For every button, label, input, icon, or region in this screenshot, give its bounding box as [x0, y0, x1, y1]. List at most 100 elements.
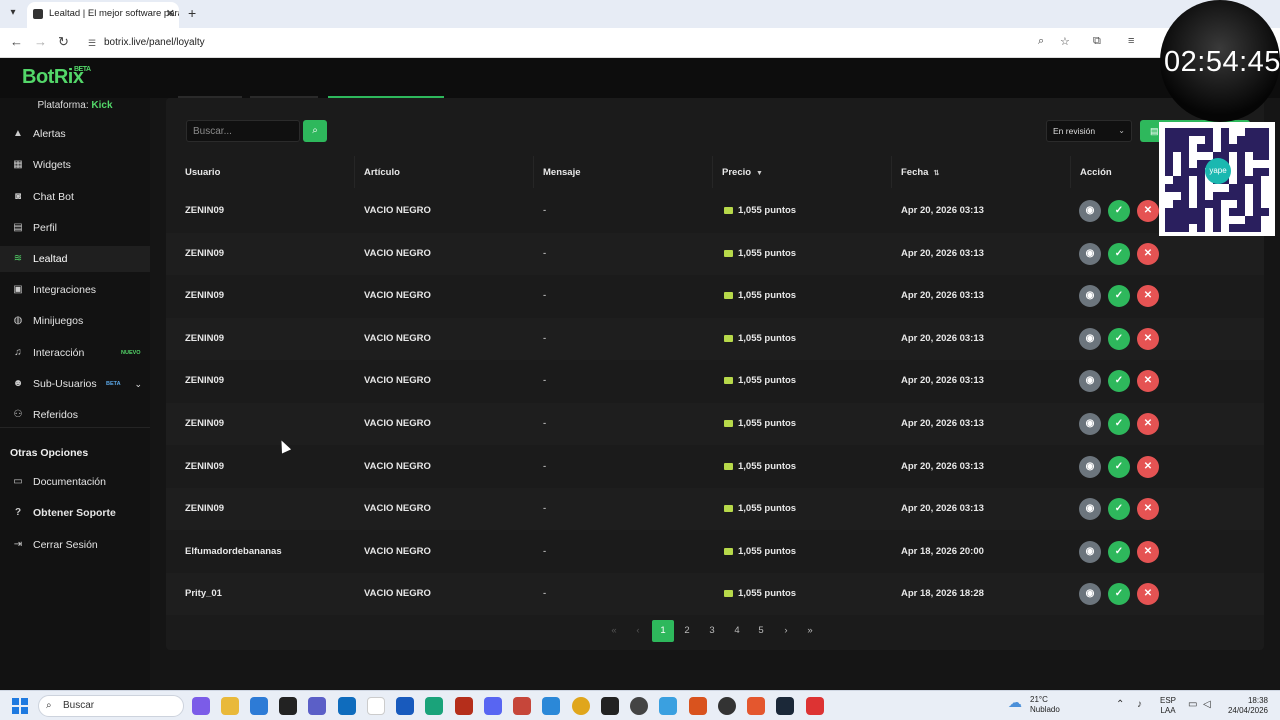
game-icon[interactable]	[513, 697, 531, 715]
approve-button[interactable]: ✓	[1108, 540, 1130, 563]
reject-button[interactable]: ✕	[1137, 327, 1159, 350]
url-field[interactable]: ☰ botrix.live/panel/loyalty	[80, 32, 1080, 54]
column-mensaje[interactable]: Mensaje	[543, 162, 581, 184]
sidebar-item-alertas[interactable]: ▲ Alertas	[0, 121, 150, 147]
column-usuario[interactable]: Usuario	[185, 162, 220, 184]
sidebar-item-interaccion[interactable]: ♫ Interacción NUEVO	[0, 340, 150, 366]
notes-icon[interactable]	[542, 697, 560, 715]
status-filter-select[interactable]: En revisión ⌄	[1046, 120, 1132, 142]
reject-button[interactable]: ✕	[1137, 540, 1159, 563]
view-button[interactable]: ◉	[1079, 498, 1101, 521]
file-explorer-icon[interactable]	[221, 697, 239, 715]
teams-icon[interactable]	[308, 697, 326, 715]
steam-icon[interactable]	[776, 697, 794, 715]
view-button[interactable]: ◉	[1079, 540, 1101, 563]
approve-button[interactable]: ✓	[1108, 370, 1130, 393]
view-button[interactable]: ◉	[1079, 370, 1101, 393]
chatgpt-icon[interactable]	[718, 697, 736, 715]
last-page-icon[interactable]: »	[799, 620, 821, 642]
site-info-icon[interactable]: ☰	[88, 32, 96, 54]
chevron-up-icon[interactable]: ⌃	[1116, 699, 1124, 710]
page-4[interactable]: 4	[726, 620, 748, 642]
bookmark-star-icon[interactable]: ☆	[1060, 35, 1070, 48]
weather-widget[interactable]: ☁ 21°C Nublado	[1008, 695, 1060, 715]
discord-icon[interactable]	[484, 697, 502, 715]
page-5[interactable]: 5	[750, 620, 772, 642]
reject-button[interactable]: ✕	[1137, 242, 1159, 265]
view-button[interactable]: ◉	[1079, 242, 1101, 265]
sidebar-item-integraciones[interactable]: ▣ Integraciones	[0, 277, 150, 303]
language-indicator[interactable]: ESP LAA	[1160, 696, 1176, 716]
sidebar-item-cerrar-sesion[interactable]: ⇥ Cerrar Sesión	[0, 532, 150, 558]
view-button[interactable]: ◉	[1079, 583, 1101, 606]
sidebar-item-sub-usuarios[interactable]: ☻ Sub-Usuarios BETA ⌄	[0, 371, 150, 397]
column-precio[interactable]: Precio ▼	[722, 162, 763, 185]
extensions-icon[interactable]: ⧉	[1093, 35, 1101, 48]
page-3[interactable]: 3	[701, 620, 723, 642]
approve-button[interactable]: ✓	[1108, 413, 1130, 435]
view-button[interactable]: ◉	[1079, 285, 1101, 308]
botrix-logo[interactable]: BotRix BETA	[22, 66, 91, 89]
approve-button[interactable]: ✓	[1108, 242, 1130, 265]
reject-button[interactable]: ✕	[1137, 498, 1159, 521]
column-fecha[interactable]: Fecha ⇅	[901, 162, 939, 185]
first-page-icon[interactable]: «	[603, 620, 625, 642]
zoom-icon[interactable]: ⌕	[1038, 35, 1044, 48]
edge-icon[interactable]	[425, 697, 443, 715]
page-1[interactable]: 1	[652, 620, 674, 642]
forward-icon[interactable]: →	[34, 34, 47, 49]
notepad-icon[interactable]	[367, 697, 385, 715]
sidebar-item-soporte[interactable]: ? Obtener Soporte	[0, 500, 150, 526]
tab-list-chevron-icon[interactable]: ▾	[4, 4, 22, 22]
obs-icon[interactable]	[630, 697, 648, 715]
capcut-icon[interactable]	[601, 697, 619, 715]
photos-icon[interactable]	[659, 697, 677, 715]
close-tab-icon[interactable]: ✕	[166, 2, 175, 26]
column-articulo[interactable]: Artículo	[364, 162, 400, 184]
new-tab-icon[interactable]: +	[188, 5, 196, 21]
windows-start-icon[interactable]	[12, 698, 28, 714]
search-button[interactable]: ⌕	[303, 120, 327, 142]
dota-icon[interactable]	[455, 697, 473, 715]
sidebar-item-documentacion[interactable]: ▭ Documentación	[0, 469, 150, 495]
browser-tab[interactable]: Lealtad | El mejor software para ✕	[27, 2, 179, 28]
store-icon[interactable]	[250, 697, 268, 715]
epic-games-icon[interactable]	[279, 697, 297, 715]
next-page-icon[interactable]: ›	[775, 620, 797, 642]
outlook-icon[interactable]	[338, 697, 356, 715]
approve-button[interactable]: ✓	[1108, 285, 1130, 308]
search-input[interactable]	[186, 120, 300, 142]
volume-icon[interactable]: ◁	[1203, 699, 1211, 710]
approve-button[interactable]: ✓	[1108, 455, 1130, 478]
approve-button[interactable]: ✓	[1108, 498, 1130, 521]
reject-button[interactable]: ✕	[1137, 370, 1159, 393]
approve-button[interactable]: ✓	[1108, 327, 1130, 350]
approve-button[interactable]: ✓	[1108, 200, 1130, 222]
section-tab-2[interactable]	[250, 96, 318, 98]
word-icon[interactable]	[396, 697, 414, 715]
view-button[interactable]: ◉	[1079, 413, 1101, 435]
system-clock[interactable]: 18:38 24/04/2026	[1224, 696, 1268, 716]
sidebar-item-chat-bot[interactable]: ◙ Chat Bot	[0, 184, 150, 210]
view-button[interactable]: ◉	[1079, 200, 1101, 222]
reject-button[interactable]: ✕	[1137, 285, 1159, 308]
page-2[interactable]: 2	[676, 620, 698, 642]
back-icon[interactable]: ←	[10, 34, 23, 49]
sidebar-item-perfil[interactable]: ▤ Perfil	[0, 215, 150, 241]
view-button[interactable]: ◉	[1079, 455, 1101, 478]
approve-button[interactable]: ✓	[1108, 583, 1130, 606]
section-tab-active[interactable]	[328, 96, 444, 98]
app-icon[interactable]	[689, 697, 707, 715]
reject-button[interactable]: ✕	[1137, 200, 1159, 222]
taskbar-search[interactable]: ⌕ Buscar	[38, 695, 184, 717]
app-icon[interactable]	[806, 697, 824, 715]
sidebar-item-minijuegos[interactable]: ◍ Minijuegos	[0, 308, 150, 334]
media-icon[interactable]: ≡	[1128, 35, 1134, 47]
reject-button[interactable]: ✕	[1137, 583, 1159, 606]
reject-button[interactable]: ✕	[1137, 455, 1159, 478]
sidebar-item-referidos[interactable]: ⚇ Referidos	[0, 402, 150, 428]
network-icon[interactable]: ▭	[1188, 699, 1197, 710]
copilot-icon[interactable]	[192, 697, 210, 715]
sidebar-item-lealtad[interactable]: ≋ Lealtad	[0, 246, 150, 272]
sidebar-item-widgets[interactable]: ▦ Widgets	[0, 152, 150, 178]
